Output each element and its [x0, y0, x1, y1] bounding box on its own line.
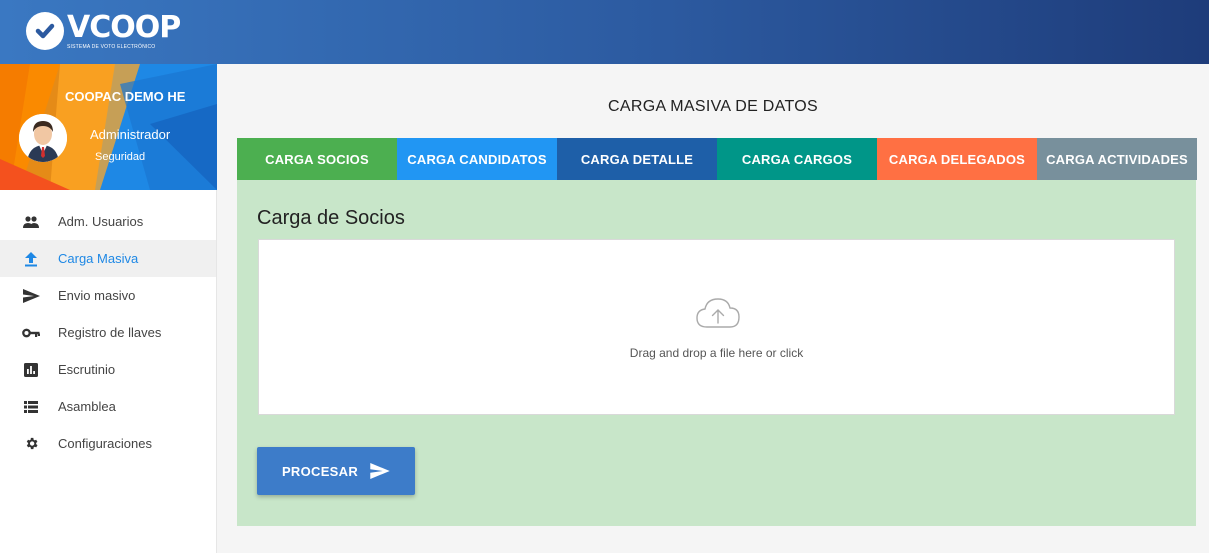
sidebar-item-label: Envio masivo: [58, 288, 136, 303]
logo-subtitle: SISTEMA DE VOTO ELECTRÓNICO: [67, 43, 156, 50]
sidebar-item-label: Carga Masiva: [58, 251, 139, 266]
upload-icon: [22, 250, 40, 268]
send-icon: [370, 463, 390, 479]
sidebar-item-label: Configuraciones: [58, 436, 152, 451]
upload-tabs: CARGA SOCIOS CARGA CANDIDATOS CARGA DETA…: [237, 138, 1197, 180]
panel-title: Carga de Socios: [257, 207, 405, 229]
bar-chart-icon: [22, 361, 40, 379]
dropzone-text: Drag and drop a file here or click: [629, 346, 804, 360]
cloud-upload-icon: [695, 297, 741, 334]
check-icon: [26, 12, 64, 50]
sidebar-item-escrutinio[interactable]: Escrutinio: [0, 351, 216, 388]
sidebar-item-label: Asamblea: [58, 399, 116, 414]
tab-carga-delegados[interactable]: CARGA DELEGADOS: [877, 138, 1037, 180]
tab-carga-cargos[interactable]: CARGA CARGOS: [717, 138, 877, 180]
send-icon: [22, 287, 40, 305]
user-role: Administrador: [90, 127, 171, 142]
tab-carga-detalle[interactable]: CARGA DETALLE: [557, 138, 717, 180]
file-dropzone[interactable]: Drag and drop a file here or click: [258, 239, 1175, 415]
process-button-label: PROCESAR: [281, 463, 359, 479]
sidebar-item-registro-llaves[interactable]: Registro de llaves: [0, 314, 216, 351]
sidebar-menu: Adm. Usuarios Carga Masiva Envio masivo …: [0, 203, 216, 462]
tab-carga-actividades[interactable]: CARGA ACTIVIDADES: [1037, 138, 1197, 180]
tab-carga-candidatos[interactable]: CARGA CANDIDATOS: [397, 138, 557, 180]
list-icon: [22, 398, 40, 416]
top-bar: VCOOP SISTEMA DE VOTO ELECTRÓNICO: [0, 0, 1209, 64]
sidebar-item-adm-usuarios[interactable]: Adm. Usuarios: [0, 203, 216, 240]
people-icon: [22, 213, 40, 231]
sidebar-item-label: Adm. Usuarios: [58, 214, 144, 229]
process-button[interactable]: PROCESAR: [257, 447, 415, 495]
tab-carga-socios[interactable]: CARGA SOCIOS: [237, 138, 397, 180]
gear-icon: [22, 435, 40, 453]
sidebar-item-label: Escrutinio: [58, 362, 116, 377]
sidebar-item-label: Registro de llaves: [58, 325, 162, 340]
key-icon: [22, 324, 40, 342]
page-title: CARGA MASIVA DE DATOS: [608, 98, 818, 115]
profile-card: COOPAC DEMO HE Administrador Seguridad: [0, 64, 217, 190]
sidebar: COOPAC DEMO HE Administrador Seguridad A…: [0, 64, 217, 553]
app-logo[interactable]: VCOOP SISTEMA DE VOTO ELECTRÓNICO: [26, 9, 181, 50]
user-department: Seguridad: [95, 151, 146, 163]
org-name: COOPAC DEMO HE: [65, 89, 186, 104]
upload-panel: Carga de Socios Drag and drop a file her…: [237, 180, 1196, 526]
logo-text: VCOOP: [67, 9, 181, 45]
sidebar-item-envio-masivo[interactable]: Envio masivo: [0, 277, 216, 314]
avatar[interactable]: [19, 114, 67, 162]
sidebar-item-configuraciones[interactable]: Configuraciones: [0, 425, 216, 462]
sidebar-item-carga-masiva[interactable]: Carga Masiva: [0, 240, 216, 277]
sidebar-item-asamblea[interactable]: Asamblea: [0, 388, 216, 425]
